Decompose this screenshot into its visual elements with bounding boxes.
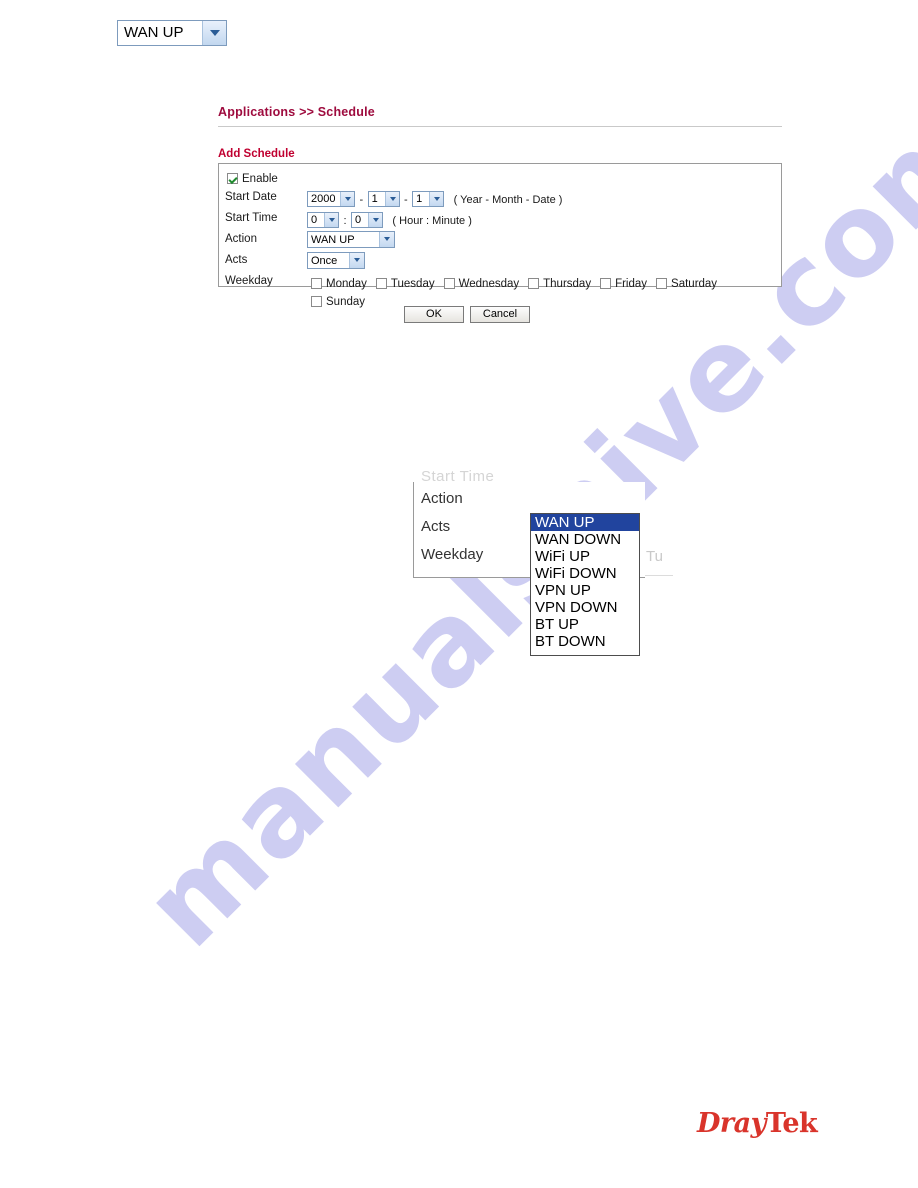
- option-item[interactable]: WAN UP: [531, 514, 639, 531]
- weekday-checkbox-friday[interactable]: [600, 278, 612, 290]
- option-item[interactable]: WiFi UP: [531, 548, 639, 565]
- option-item[interactable]: VPN DOWN: [531, 599, 639, 616]
- chevron-down-icon[interactable]: [340, 191, 354, 206]
- weekday-label: Weekday: [225, 275, 273, 287]
- row-start-time: Start Time 0 : 0 ( Hour : Minute ): [219, 209, 781, 230]
- weekday-item[interactable]: Monday: [311, 275, 367, 293]
- weekday-label-friday: Friday: [615, 277, 648, 290]
- start-date-month-value: 1: [371, 192, 378, 205]
- weekday-checkbox-tuesday[interactable]: [375, 278, 387, 290]
- weekday-checkbox-monday[interactable]: [311, 278, 322, 290]
- action-option-list[interactable]: WAN UP WAN DOWN WiFi UP WiFi DOWN VPN UP…: [530, 513, 640, 656]
- start-time-label: Start Time: [225, 212, 278, 224]
- ghost-tuesday-text: Tu: [646, 548, 663, 565]
- logo-dray-text: Dray: [697, 1108, 766, 1139]
- header-divider: [218, 126, 782, 127]
- weekday-item[interactable]: Friday: [600, 275, 647, 293]
- enable-label: Enable: [242, 172, 278, 185]
- page-title: Add Schedule: [218, 148, 295, 160]
- cancel-button[interactable]: Cancel: [470, 306, 530, 323]
- weekday-label-saturday: Saturday: [671, 277, 718, 290]
- chevron-down-icon[interactable]: [429, 191, 444, 206]
- start-time-hint: ( Hour : Minute ): [392, 215, 472, 227]
- acts-select[interactable]: Once: [307, 252, 365, 270]
- start-time-minute-select[interactable]: 0: [350, 211, 383, 228]
- weekday-item[interactable]: Tuesday: [375, 275, 435, 293]
- enable-checkbox-wrap[interactable]: Enable: [227, 170, 278, 188]
- weekday-item[interactable]: Wednesday: [443, 275, 520, 293]
- start-date-year-value: 2000: [311, 192, 336, 205]
- start-date-label: Start Date: [225, 191, 277, 203]
- action-select[interactable]: WAN UP: [307, 231, 395, 249]
- date-separator-1: -: [359, 194, 364, 206]
- breadcrumb: Applications >> Schedule: [218, 105, 375, 119]
- weekday-label-monday: Monday: [326, 277, 367, 290]
- option-item[interactable]: BT UP: [531, 616, 639, 633]
- option-item[interactable]: WAN DOWN: [531, 531, 639, 548]
- weekday-label-tuesday: Tuesday: [390, 277, 435, 290]
- weekday-checkbox-thursday[interactable]: [528, 278, 540, 290]
- start-date-day-value: 1: [416, 192, 423, 205]
- form-actions: OK Cancel: [404, 304, 536, 323]
- start-date-month-select[interactable]: 1: [367, 190, 400, 207]
- start-time-controls: 0 : 0 ( Hour : Minute ): [307, 211, 472, 229]
- chevron-down-icon[interactable]: [202, 21, 226, 45]
- weekday-label-thursday: Thursday: [543, 277, 592, 290]
- start-date-controls: 2000 - 1 - 1 ( Year - Month - Date ): [307, 190, 562, 208]
- inset-action-selected-value: WAN UP: [124, 24, 184, 41]
- start-date-year-select[interactable]: 2000: [307, 190, 355, 207]
- weekday-label-wednesday: Wednesday: [458, 277, 520, 290]
- start-time-minute-value: 0: [354, 213, 362, 226]
- enable-checkbox[interactable]: [227, 173, 238, 185]
- chevron-down-icon[interactable]: [367, 212, 382, 227]
- weekday-item[interactable]: Sunday: [311, 293, 365, 311]
- weekday-checkbox-sunday[interactable]: [311, 296, 322, 308]
- chevron-down-icon[interactable]: [349, 253, 364, 269]
- ghost-divider: [645, 575, 673, 576]
- draytek-logo: DrayTek: [697, 1108, 818, 1139]
- inset-weekday-label: Weekday: [421, 546, 484, 563]
- inset-action-select[interactable]: WAN UP: [117, 20, 227, 46]
- logo-tek-text: Tek: [765, 1108, 818, 1139]
- weekday-item[interactable]: Thursday: [528, 275, 591, 293]
- row-acts: Acts Once: [219, 251, 781, 272]
- time-separator: :: [343, 215, 347, 227]
- inset-ghost-start-time: Start Time: [421, 468, 495, 485]
- acts-controls: Once: [307, 252, 365, 270]
- weekday-checkbox-group: Monday Tuesday Wednesday Thursday Friday Satu…: [311, 275, 781, 311]
- inset-acts-label: Acts: [421, 518, 451, 535]
- start-date-day-select[interactable]: 1: [412, 190, 445, 207]
- add-schedule-form: Enable Start Date 2000 - 1 - 1 (Year - …: [218, 163, 782, 308]
- start-time-hour-value: 0: [311, 213, 318, 226]
- acts-label: Acts: [225, 254, 248, 266]
- date-separator-2: -: [404, 194, 408, 206]
- start-time-hour-select[interactable]: 0: [307, 211, 339, 228]
- chevron-down-icon[interactable]: [324, 212, 338, 227]
- action-controls: WAN UP: [307, 231, 395, 249]
- option-item[interactable]: VPN UP: [531, 582, 639, 599]
- action-value: WAN UP: [311, 234, 355, 247]
- chevron-down-icon[interactable]: [384, 191, 399, 206]
- weekday-label-sunday: Sunday: [326, 295, 366, 308]
- acts-value: Once: [311, 255, 338, 268]
- weekday-checkbox-wednesday[interactable]: [443, 278, 455, 290]
- weekday-checkbox-saturday[interactable]: [656, 278, 668, 290]
- start-date-hint: ( Year - Month - Date ): [453, 194, 563, 206]
- inset-action-label: Action: [421, 490, 463, 507]
- ok-button[interactable]: OK: [404, 306, 464, 323]
- chevron-down-icon[interactable]: [379, 232, 394, 248]
- row-start-date: Start Date 2000 - 1 - 1 ( Year - Month -…: [219, 188, 781, 209]
- option-item[interactable]: BT DOWN: [531, 633, 639, 650]
- weekday-item[interactable]: Saturday: [656, 275, 717, 293]
- row-action: Action WAN UP: [219, 230, 781, 251]
- option-item[interactable]: WiFi DOWN: [531, 565, 639, 582]
- action-label: Action: [225, 233, 257, 245]
- page-root: Applications >> Schedule Add Schedule En…: [0, 0, 918, 1188]
- row-enable: Enable: [219, 167, 781, 188]
- row-weekday: Weekday Monday Tuesday Wednesday Thursday Fr…: [219, 272, 781, 308]
